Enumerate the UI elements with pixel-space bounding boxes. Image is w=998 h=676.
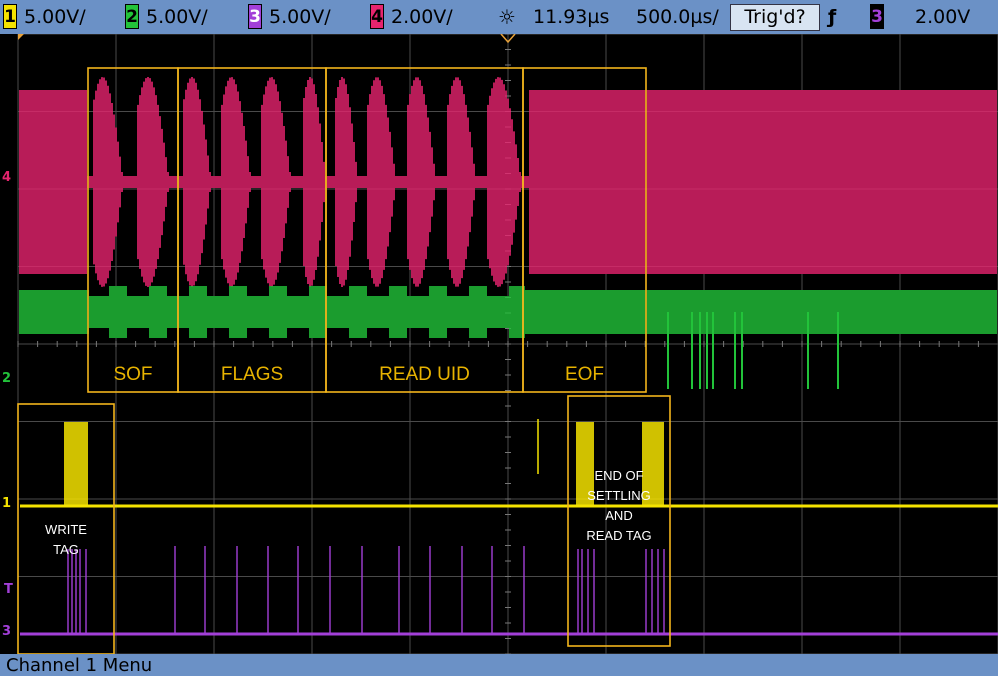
channel-3-badge[interactable]: 3 bbox=[248, 4, 262, 29]
annotation-settle-line3: AND bbox=[605, 508, 633, 523]
annotation-write-tag-line2: TAG bbox=[53, 542, 79, 557]
bottom-menu-bar[interactable]: Channel 1 Menu bbox=[0, 654, 998, 676]
channel-4-ground-marker[interactable]: 4 bbox=[2, 170, 11, 185]
channel-1-ground-marker[interactable]: 1 bbox=[2, 496, 11, 511]
trigger-source-badge[interactable]: 3 bbox=[870, 4, 884, 29]
top-status-bar: 1 5.00V/ 2 5.00V/ 3 5.00V/ 4 2.00V/ ☼ 11… bbox=[0, 0, 998, 34]
annotation-settle-line2: SETTLING bbox=[587, 488, 651, 503]
time-delay[interactable]: 11.93µs bbox=[533, 3, 609, 31]
channel-4-badge[interactable]: 4 bbox=[370, 4, 384, 29]
waveform-display[interactable]: 4 2 1 T 3 SOF FLAGS READ UID EOF WRITE T… bbox=[0, 34, 998, 654]
channel-1-scale[interactable]: 5.00V/ bbox=[24, 3, 86, 31]
channel-1-pulse bbox=[64, 422, 88, 506]
trigger-status-badge[interactable]: Trig'd? bbox=[730, 4, 820, 31]
annotation-eof: EOF bbox=[564, 364, 605, 385]
time-scale[interactable]: 500.0µs/ bbox=[636, 3, 719, 31]
sun-burst-icon: ☼ bbox=[498, 5, 516, 29]
annotation-settle-line1: END OF bbox=[594, 468, 644, 483]
channel-3-ground-marker[interactable]: 3 bbox=[2, 624, 11, 639]
annotation-write-tag-line1: WRITE bbox=[45, 522, 87, 537]
channel-2-scale[interactable]: 5.00V/ bbox=[146, 3, 208, 31]
oscilloscope-screen: 1 5.00V/ 2 5.00V/ 3 5.00V/ 4 2.00V/ ☼ 11… bbox=[0, 0, 998, 676]
channel-2-badge[interactable]: 2 bbox=[125, 4, 139, 29]
channel-1-badge[interactable]: 1 bbox=[3, 4, 17, 29]
channel-2-ground-marker[interactable]: 2 bbox=[2, 371, 11, 386]
annotation-read-uid: READ UID bbox=[379, 364, 470, 385]
annotation-flags: FLAGS bbox=[220, 364, 284, 385]
annotation-settle-line4: READ TAG bbox=[586, 528, 652, 543]
rising-edge-icon: ƒ bbox=[828, 6, 837, 28]
annotation-write-tag: WRITE TAG bbox=[18, 520, 114, 560]
channel-4-scale[interactable]: 2.00V/ bbox=[391, 3, 453, 31]
channel-4-trace bbox=[19, 77, 997, 287]
waveform-canvas[interactable] bbox=[0, 34, 998, 654]
trigger-level-marker[interactable]: T bbox=[4, 582, 13, 597]
trigger-level[interactable]: 2.00V bbox=[915, 3, 970, 31]
annotation-sof: SOF bbox=[113, 364, 153, 385]
channel-3-scale[interactable]: 5.00V/ bbox=[269, 3, 331, 31]
annotation-settling-read-tag: END OF SETTLING AND READ TAG bbox=[568, 466, 670, 546]
left-edge-marker bbox=[18, 34, 24, 40]
